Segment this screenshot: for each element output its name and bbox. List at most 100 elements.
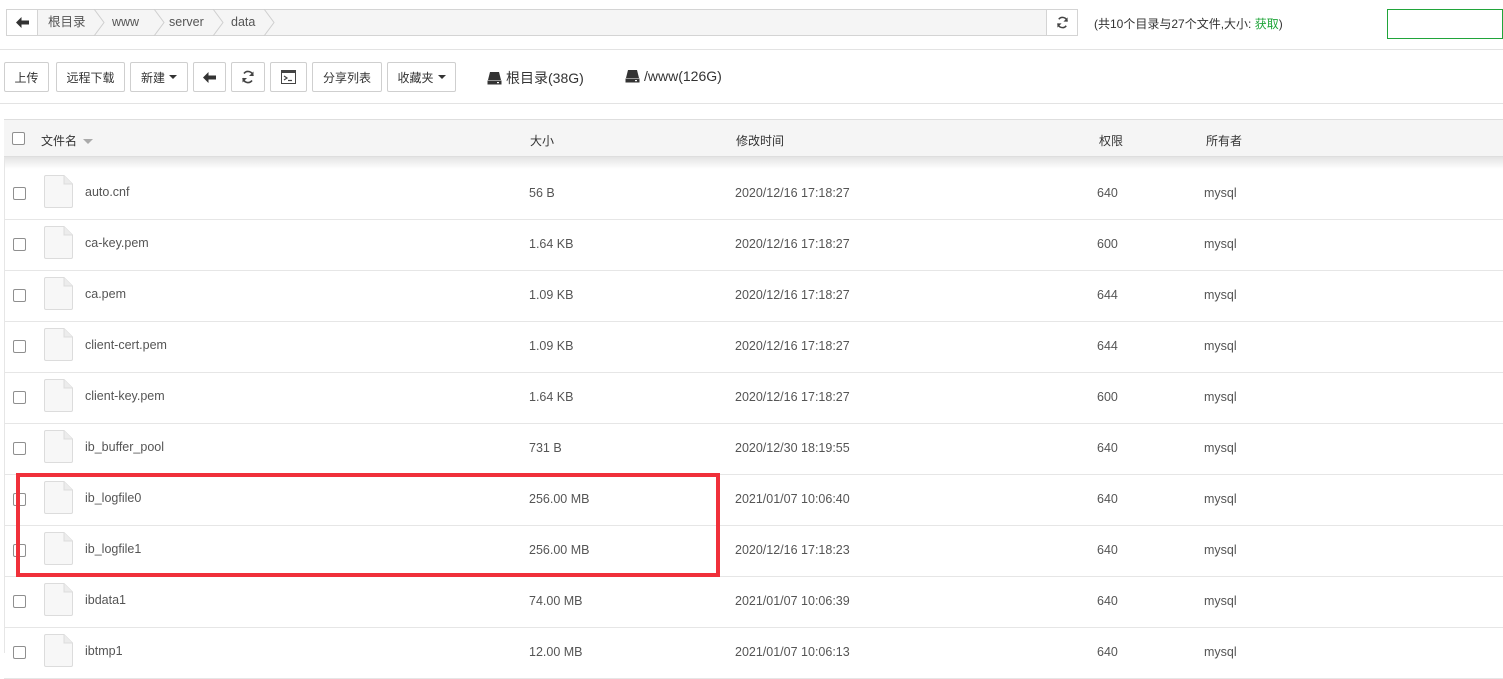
breadcrumb-root[interactable]: 根目录 [48, 10, 86, 35]
file-permission[interactable]: 640 [1097, 186, 1118, 200]
table-left-border [4, 157, 5, 653]
disk-root[interactable]: 根目录(38G) [487, 68, 584, 88]
file-size: 1.64 KB [529, 237, 574, 251]
file-size: 74.00 MB [529, 594, 583, 608]
search-input[interactable] [1387, 9, 1503, 39]
row-checkbox[interactable] [13, 238, 26, 251]
file-name[interactable]: ca.pem [85, 287, 126, 301]
file-permission[interactable]: 644 [1097, 339, 1118, 353]
file-name[interactable]: ib_logfile1 [85, 542, 141, 556]
file-name[interactable]: ib_logfile0 [85, 491, 141, 505]
file-icon [44, 379, 73, 412]
file-permission[interactable]: 640 [1097, 492, 1118, 506]
path-back-button[interactable] [7, 10, 38, 35]
share-list-button[interactable]: 分享列表 [312, 62, 382, 92]
row-checkbox[interactable] [13, 595, 26, 608]
table-row[interactable]: ibtmp1 12.00 MB 2021/01/07 10:06:13 640 mysq… [4, 628, 1503, 679]
terminal-button[interactable] [270, 62, 307, 92]
file-permission[interactable]: 600 [1097, 237, 1118, 251]
table-row[interactable]: auto.cnf 56 B 2020/12/16 17:18:27 640 mysql [4, 169, 1503, 220]
new-dropdown-button[interactable]: 新建 [130, 62, 188, 92]
breadcrumb-www[interactable]: www [112, 10, 139, 35]
file-owner[interactable]: mysql [1204, 594, 1237, 608]
breadcrumb-data[interactable]: data [231, 10, 255, 35]
refresh-button[interactable] [231, 62, 265, 92]
file-owner[interactable]: mysql [1204, 492, 1237, 506]
file-name[interactable]: client-cert.pem [85, 338, 167, 352]
file-name[interactable]: ca-key.pem [85, 236, 149, 250]
file-permission[interactable]: 644 [1097, 288, 1118, 302]
table-header: 文件名 大小 修改时间 权限 所有者 [4, 119, 1503, 157]
fetch-size-link[interactable]: 获取 [1255, 17, 1279, 31]
table-row[interactable]: ibdata1 74.00 MB 2021/01/07 10:06:39 640 mys… [4, 577, 1503, 628]
header-shadow [4, 157, 1503, 169]
file-permission[interactable]: 640 [1097, 594, 1118, 608]
breadcrumb-separator [263, 9, 275, 36]
disk-www-label: /www(126G) [644, 68, 722, 84]
file-owner[interactable]: mysql [1204, 645, 1237, 659]
file-owner[interactable]: mysql [1204, 339, 1237, 353]
summary-close: ) [1278, 17, 1283, 31]
file-name[interactable]: client-key.pem [85, 389, 165, 403]
file-mtime: 2020/12/16 17:18:27 [735, 390, 850, 404]
file-name[interactable]: ibdata1 [85, 593, 126, 607]
header-permission[interactable]: 权限 [1099, 132, 1123, 149]
file-icon [44, 226, 73, 259]
file-name[interactable]: ibtmp1 [85, 644, 123, 658]
file-permission[interactable]: 640 [1097, 645, 1118, 659]
file-owner[interactable]: mysql [1204, 441, 1237, 455]
row-checkbox[interactable] [13, 340, 26, 353]
back-button[interactable] [193, 62, 226, 92]
file-name[interactable]: auto.cnf [85, 185, 129, 199]
remote-download-button[interactable]: 远程下载 [56, 62, 125, 92]
caret-down-icon [437, 75, 446, 79]
file-icon [44, 634, 73, 667]
summary-text: (共10个目录与27个文件,大小: [1094, 17, 1252, 31]
file-size: 256.00 MB [529, 492, 590, 506]
path-refresh-button[interactable] [1046, 10, 1077, 35]
row-checkbox[interactable] [13, 493, 26, 506]
file-mtime: 2020/12/16 17:18:27 [735, 237, 850, 251]
row-checkbox[interactable] [13, 442, 26, 455]
hard-drive-icon [487, 71, 502, 84]
row-checkbox[interactable] [13, 187, 26, 200]
header-owner[interactable]: 所有者 [1206, 132, 1242, 149]
file-size: 731 B [529, 441, 562, 455]
table-row[interactable]: ib_logfile0 256.00 MB 2021/01/07 10:06:40 6… [4, 475, 1503, 526]
file-mtime: 2020/12/16 17:18:23 [735, 543, 850, 557]
row-checkbox[interactable] [13, 289, 26, 302]
hard-drive-icon [625, 69, 640, 82]
table-row[interactable]: ca.pem 1.09 KB 2020/12/16 17:18:27 644 mysql [4, 271, 1503, 322]
file-owner[interactable]: mysql [1204, 543, 1237, 557]
table-row[interactable]: ca-key.pem 1.64 KB 2020/12/16 17:18:27 600 m… [4, 220, 1503, 271]
header-size[interactable]: 大小 [530, 132, 554, 149]
file-mtime: 2020/12/16 17:18:27 [735, 288, 850, 302]
table-row[interactable]: client-key.pem 1.64 KB 2020/12/16 17:18:27… [4, 373, 1503, 424]
header-mtime[interactable]: 修改时间 [736, 132, 784, 149]
file-name[interactable]: ib_buffer_pool [85, 440, 164, 454]
table-row[interactable]: ib_logfile1 256.00 MB 2020/12/16 17:18:23 6… [4, 526, 1503, 577]
header-filename[interactable]: 文件名 [41, 132, 94, 149]
table-row[interactable]: ib_buffer_pool 731 B 2020/12/30 18:19:55 64… [4, 424, 1503, 475]
file-owner[interactable]: mysql [1204, 288, 1237, 302]
file-permission[interactable]: 600 [1097, 390, 1118, 404]
file-icon [44, 430, 73, 463]
terminal-icon [281, 70, 296, 84]
sort-caret-icon [83, 139, 94, 145]
row-checkbox[interactable] [13, 391, 26, 404]
file-owner[interactable]: mysql [1204, 390, 1237, 404]
breadcrumb-separator [212, 9, 224, 36]
select-all-checkbox[interactable] [12, 132, 25, 145]
upload-button[interactable]: 上传 [4, 62, 49, 92]
table-row[interactable]: client-cert.pem 1.09 KB 2020/12/16 17:18:2… [4, 322, 1503, 373]
file-permission[interactable]: 640 [1097, 441, 1118, 455]
file-icon [44, 277, 73, 310]
breadcrumb-server[interactable]: server [169, 10, 204, 35]
disk-www[interactable]: /www(126G) [625, 68, 722, 84]
file-owner[interactable]: mysql [1204, 237, 1237, 251]
row-checkbox[interactable] [13, 544, 26, 557]
favorites-dropdown-button[interactable]: 收藏夹 [387, 62, 456, 92]
file-owner[interactable]: mysql [1204, 186, 1237, 200]
file-permission[interactable]: 640 [1097, 543, 1118, 557]
file-icon [44, 481, 73, 514]
